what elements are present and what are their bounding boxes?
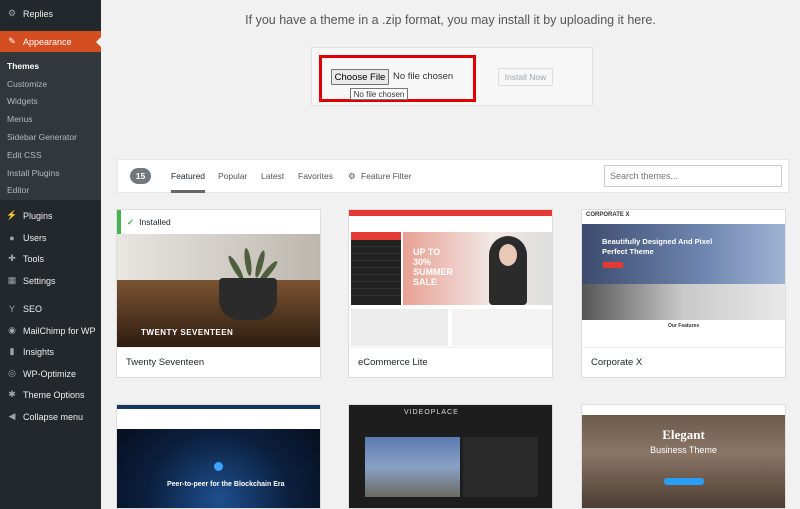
file-status: No file chosen [393,71,454,82]
search-placeholder: Search themes... [610,171,679,181]
menu-item-users[interactable]: ● Users [0,227,101,248]
menu-label: Plugins [23,210,53,221]
upload-instructions: If you have a theme in a .zip format, yo… [245,13,656,27]
replies-icon: ⚙ [7,8,17,18]
menu-item-plugins[interactable]: ⚡ Plugins [0,205,101,226]
theme-screenshot: Peer-to-peer for the Blockchain Era [117,405,320,508]
theme-screenshot: Elegant Business Theme [582,405,785,508]
screenshot-heading: Beautifully Designed And Pixel Perfect T… [602,237,713,256]
menu-label: WP-Optimize [23,368,77,379]
choose-file-button[interactable]: Choose File [331,69,389,85]
submenu-item-install-plugins[interactable]: Install Plugins [0,164,101,182]
theme-screenshot: UP TO 30% SUMMER SALE [349,210,552,347]
menu-label: Insights [23,346,55,357]
appearance-submenu: Themes Customize Widgets Menus Sidebar G… [0,52,101,200]
submenu-item-themes[interactable]: Themes [0,57,101,75]
screenshot-logo: VIDEOPLACE [404,409,459,416]
admin-sidebar: ⚙ Replies ✎ Appearance Themes Customize … [0,0,101,509]
menu-label: Settings [23,275,56,286]
installed-badge: ✓ Installed [117,210,320,234]
wrench-icon: ✚ [8,253,16,263]
theme-card-blockchain[interactable]: Peer-to-peer for the Blockchain Era [116,404,321,509]
theme-card-videoplace[interactable]: VIDEOPLACE [348,404,553,509]
theme-name: Twenty Seventeen [117,347,320,377]
menu-label: MailChimp for WP [23,325,96,336]
user-icon: ● [9,232,15,243]
theme-filter-bar: 15 Featured Popular Latest Favorites ⚙ F… [117,159,789,193]
menu-label: SEO [23,303,43,314]
tab-featured[interactable]: Featured [171,171,206,193]
menu-label: Tools [23,253,45,264]
feature-filter-button[interactable]: ⚙ Feature Filter [348,171,412,182]
menu-label: Users [23,232,47,243]
submenu-item-menus[interactable]: Menus [0,110,101,128]
screenshot-features: Our Features [668,323,700,329]
submenu-item-edit-css[interactable]: Edit CSS [0,146,101,164]
menu-item-tools[interactable]: ✚ Tools [0,248,101,269]
theme-card-corporate-x[interactable]: CORPORATE X Beautifully Designed And Pix… [581,209,786,378]
feature-filter-label: Feature Filter [361,171,412,181]
screenshot-heading: Elegant [662,427,705,442]
menu-item-seo[interactable]: Y SEO [0,298,101,319]
menu-label: Collapse menu [23,411,84,422]
theme-screenshot: VIDEOPLACE [349,405,552,508]
menu-item-insights[interactable]: ▮ Insights [0,341,101,362]
theme-card-ecommerce-lite[interactable]: UP TO 30% SUMMER SALE eCommerce Lite [348,209,553,378]
submenu-item-sidebar-generator[interactable]: Sidebar Generator [0,128,101,146]
paintbrush-icon: ✎ [8,36,16,46]
checkmark-icon: ✓ [127,216,135,227]
menu-item-collapse[interactable]: ◀ Collapse menu [0,406,101,427]
theme-card-elegant[interactable]: Elegant Business Theme [581,404,786,509]
menu-item-appearance[interactable]: ✎ Appearance [0,31,101,52]
gear-icon: ⚙ [348,171,356,181]
menu-label: Replies [23,8,54,19]
search-themes-input[interactable]: Search themes... [604,165,782,187]
screenshot-logo-orb [214,462,223,471]
menu-item-mailchimp[interactable]: ◉ MailChimp for WP [0,320,101,341]
menu-item-settings[interactable]: ▦ Settings [0,270,101,291]
tab-favorites[interactable]: Favorites [298,171,333,181]
menu-label: Appearance [23,36,72,47]
settings-icon: ▦ [7,275,17,285]
menu-item-replies[interactable]: ⚙ Replies [0,3,101,24]
theme-name: eCommerce Lite [349,347,552,377]
insights-icon: ▮ [9,346,15,356]
theme-screenshot: CORPORATE X Beautifully Designed And Pix… [582,210,785,347]
theme-count-badge: 15 [130,168,151,184]
screenshot-heading: Peer-to-peer for the Blockchain Era [167,481,285,488]
tab-latest[interactable]: Latest [261,171,284,181]
screenshot-logo: CORPORATE X [586,212,630,218]
screenshot-sale-text: UP TO 30% SUMMER SALE [413,247,453,287]
installed-label: Installed [139,217,171,227]
file-tooltip: No file chosen [350,88,408,100]
plug-icon: ⚡ [6,210,18,220]
gear-icon: ✱ [8,389,16,399]
mailchimp-icon: ◉ [8,325,16,335]
theme-name: Corporate X [582,347,785,377]
tab-popular[interactable]: Popular [218,171,247,181]
theme-card-twenty-seventeen[interactable]: ✓ Installed TWENTY SEVENTEEN Twenty Seve… [116,209,321,378]
collapse-icon: ◀ [8,411,16,421]
menu-item-wp-optimize[interactable]: ◎ WP-Optimize [0,363,101,384]
submenu-item-customize[interactable]: Customize [0,75,101,93]
menu-label: Theme Options [23,389,85,400]
screenshot-subheading: Business Theme [650,445,717,455]
screenshot-title: TWENTY SEVENTEEN [141,328,234,337]
install-now-button[interactable]: Install Now [498,68,553,86]
submenu-item-editor[interactable]: Editor [0,182,101,200]
optimize-icon: ◎ [8,368,16,378]
submenu-item-widgets[interactable]: Widgets [0,93,101,111]
yoast-icon: Y [8,303,15,314]
menu-item-theme-options[interactable]: ✱ Theme Options [0,384,101,405]
